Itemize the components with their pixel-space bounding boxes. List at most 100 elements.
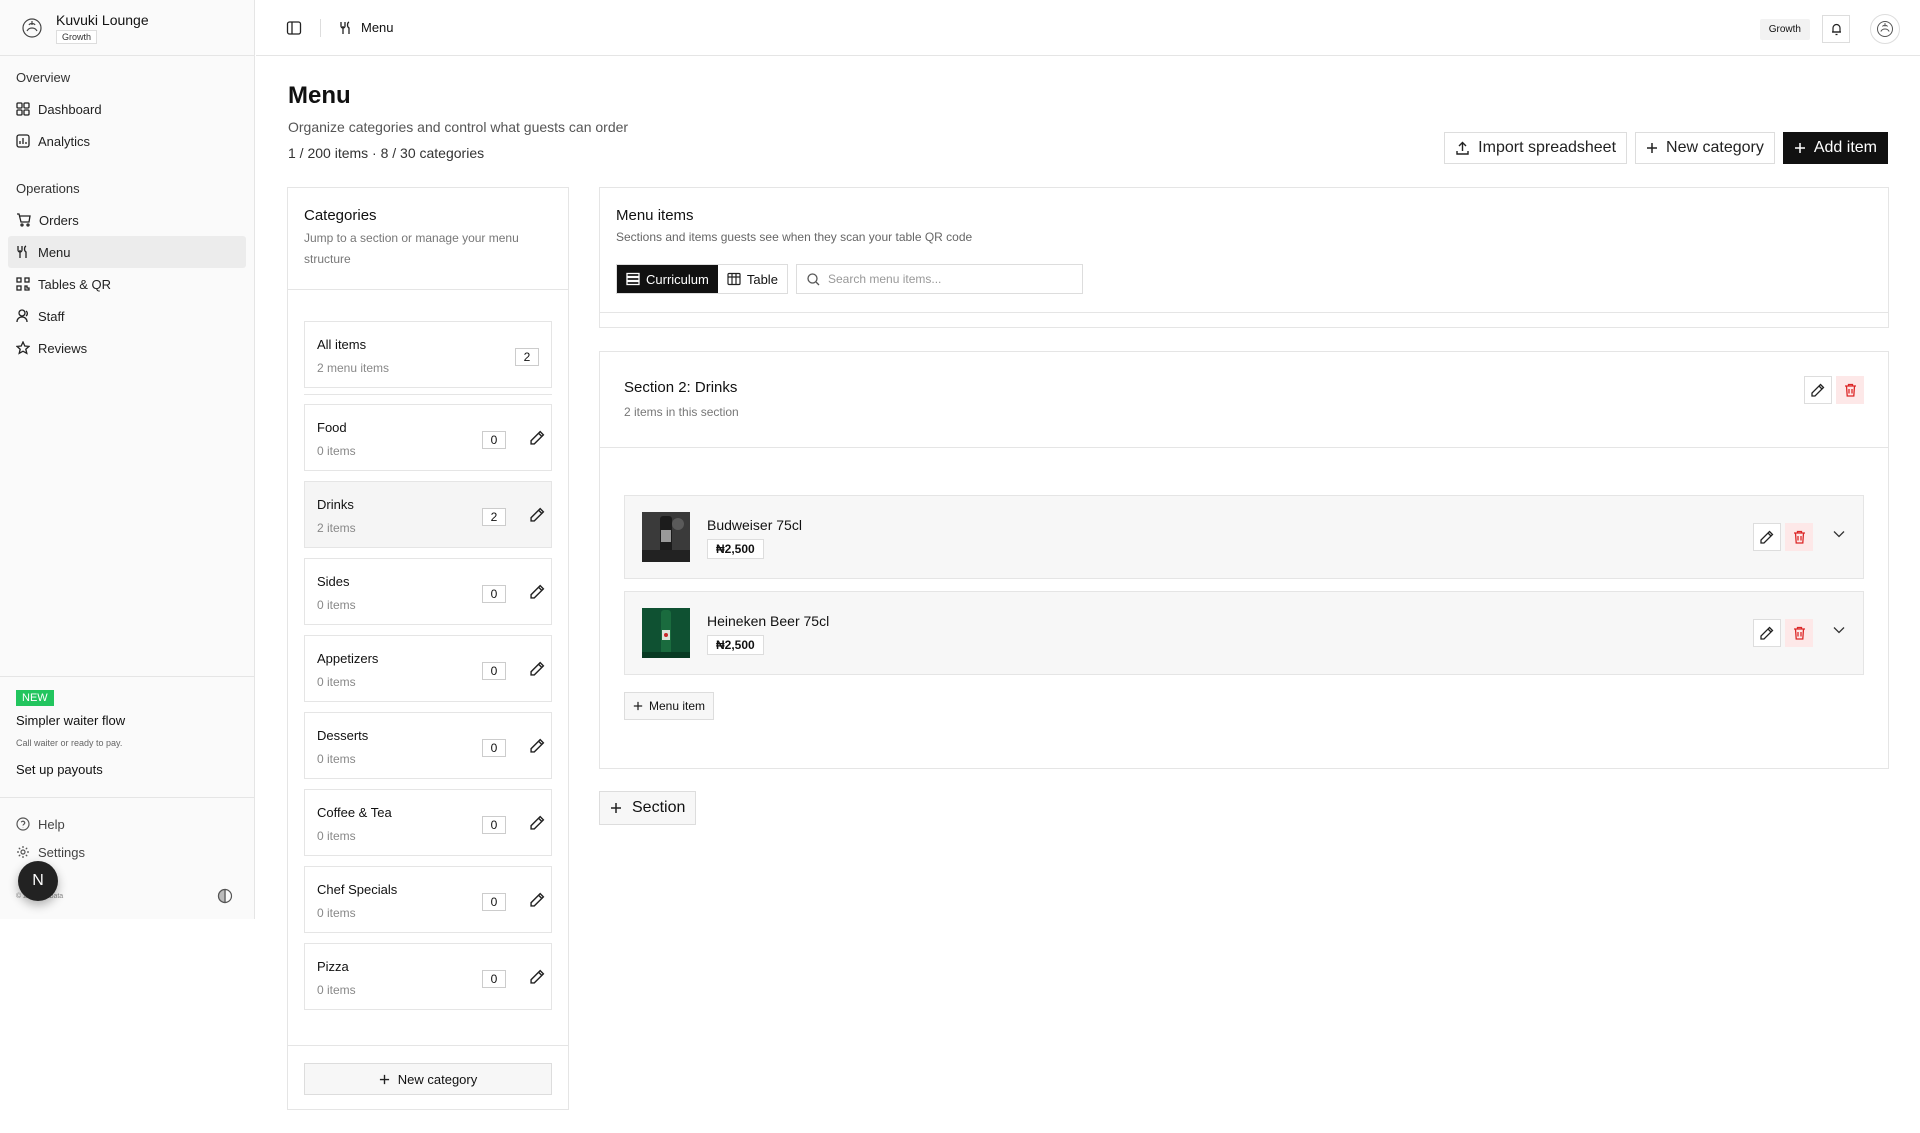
table-icon bbox=[727, 272, 741, 286]
add-item-button[interactable]: Add item bbox=[1782, 132, 1888, 164]
menu-items-subtitle: Sections and items guests see when they … bbox=[616, 230, 973, 244]
category-name: Food bbox=[317, 420, 347, 435]
menu-item-card[interactable]: Heineken Beer 75cl ₦2,500 bbox=[624, 591, 1864, 675]
plus-icon bbox=[1794, 143, 1805, 153]
edit-category-button[interactable] bbox=[530, 815, 545, 830]
category-count-badge: 0 bbox=[482, 739, 506, 757]
category-count-badge: 2 bbox=[482, 508, 506, 526]
edit-item-button[interactable] bbox=[1753, 523, 1781, 551]
category-count-label: 2 menu items bbox=[317, 361, 390, 375]
help-label: Help bbox=[38, 816, 65, 832]
upload-icon bbox=[1456, 141, 1469, 155]
edit-category-button[interactable] bbox=[530, 584, 545, 599]
nav-item-analytics[interactable]: Analytics bbox=[8, 125, 246, 157]
button-label: New category bbox=[1666, 139, 1764, 156]
nav-item-orders[interactable]: Orders bbox=[8, 204, 246, 236]
category-name: Pizza bbox=[317, 959, 349, 974]
import-spreadsheet-button[interactable]: Import spreadsheet bbox=[1444, 132, 1628, 164]
category-item[interactable]: Desserts 0 items 0 bbox=[304, 712, 552, 779]
view-label: Curriculum bbox=[646, 271, 709, 287]
category-item[interactable]: Drinks 2 items 2 bbox=[304, 481, 552, 548]
edit-category-button[interactable] bbox=[530, 738, 545, 753]
users-icon bbox=[16, 309, 28, 323]
promo-card: NEW Simpler waiter flow Call waiter or r… bbox=[0, 676, 254, 789]
delete-section-button[interactable] bbox=[1836, 376, 1864, 404]
item-price: ₦2,500 bbox=[707, 539, 764, 559]
nav-item-tables-qr[interactable]: Tables & QR bbox=[8, 268, 246, 300]
edit-section-button[interactable] bbox=[1804, 376, 1832, 404]
nav-label: Analytics bbox=[38, 133, 91, 149]
topbar-divider bbox=[320, 18, 321, 37]
edit-item-button[interactable] bbox=[1753, 619, 1781, 647]
category-count-badge: 2 bbox=[515, 348, 539, 366]
bell-icon bbox=[1831, 23, 1841, 36]
view-table-button[interactable]: Table bbox=[718, 265, 787, 293]
category-item[interactable]: Food 0 items 0 bbox=[304, 404, 552, 471]
category-item[interactable]: Pizza 0 items 0 bbox=[304, 943, 552, 1010]
theme-toggle-icon[interactable] bbox=[217, 888, 233, 904]
new-category-button[interactable]: New category bbox=[1635, 132, 1775, 164]
breadcrumb: Menu bbox=[339, 20, 394, 35]
expand-item-button[interactable] bbox=[1833, 530, 1845, 538]
edit-category-button[interactable] bbox=[530, 969, 545, 984]
trash-icon bbox=[1844, 383, 1856, 397]
new-category-footer-button[interactable]: New category bbox=[304, 1063, 552, 1095]
button-label: New category bbox=[397, 1071, 478, 1087]
brand-logo-icon bbox=[22, 17, 42, 38]
sidebar-toggle-icon[interactable] bbox=[286, 20, 302, 36]
edit-category-button[interactable] bbox=[530, 430, 545, 445]
delete-item-button[interactable] bbox=[1785, 523, 1813, 551]
categories-panel: Categories Jump to a section or manage y… bbox=[287, 187, 569, 1110]
delete-item-button[interactable] bbox=[1785, 619, 1813, 647]
category-item[interactable]: Coffee & Tea 0 items 0 bbox=[304, 789, 552, 856]
trash-icon bbox=[1793, 530, 1805, 544]
brand[interactable]: Kuvuki Lounge Growth bbox=[0, 0, 254, 56]
brand-name: Kuvuki Lounge bbox=[56, 11, 149, 28]
rows-icon bbox=[626, 272, 640, 286]
plus-icon bbox=[633, 701, 643, 711]
expand-item-button[interactable] bbox=[1833, 626, 1845, 634]
category-item[interactable]: Chef Specials 0 items 0 bbox=[304, 866, 552, 933]
category-name: Desserts bbox=[317, 728, 369, 743]
notifications-button[interactable] bbox=[1822, 15, 1850, 43]
button-label: Section bbox=[632, 799, 686, 816]
dev-indicator-avatar[interactable]: N bbox=[18, 861, 58, 901]
edit-category-button[interactable] bbox=[530, 661, 545, 676]
menu-items-panel: Menu items Sections and items guests see… bbox=[599, 187, 1889, 328]
sidebar-footer: Help Settings bbox=[0, 797, 254, 866]
category-all-items[interactable]: All items 2 menu items 2 bbox=[304, 321, 552, 388]
add-menu-item-button[interactable]: Menu item bbox=[624, 692, 715, 720]
edit-category-button[interactable] bbox=[530, 892, 545, 907]
category-count-label: 0 items bbox=[317, 983, 356, 997]
utensils-icon bbox=[340, 20, 350, 34]
button-label: Menu item bbox=[649, 699, 706, 713]
trash-icon bbox=[1793, 626, 1805, 640]
pencil-icon bbox=[530, 815, 545, 830]
edit-category-button[interactable] bbox=[530, 507, 545, 522]
button-label: Import spreadsheet bbox=[1478, 139, 1617, 156]
category-item[interactable]: Appetizers 0 items 0 bbox=[304, 635, 552, 702]
menu-item-card[interactable]: Budweiser 75cl ₦2,500 bbox=[624, 495, 1864, 579]
search-box bbox=[796, 264, 1083, 294]
nav-item-dashboard[interactable]: Dashboard bbox=[8, 93, 246, 125]
brand-logo-icon bbox=[1877, 21, 1893, 37]
view-curriculum-button[interactable]: Curriculum bbox=[617, 265, 718, 293]
nav-item-reviews[interactable]: Reviews bbox=[8, 332, 246, 364]
nav-label: Dashboard bbox=[38, 101, 102, 117]
search-input[interactable] bbox=[828, 272, 1068, 286]
user-avatar[interactable] bbox=[1870, 14, 1900, 44]
nav-group-overview: Overview bbox=[16, 70, 71, 85]
nav-item-staff[interactable]: Staff bbox=[8, 300, 246, 332]
category-count-badge: 0 bbox=[482, 585, 506, 603]
setup-payouts-link[interactable]: Set up payouts bbox=[16, 762, 238, 777]
item-name: Heineken Beer 75cl bbox=[707, 613, 830, 629]
chevron-down-icon bbox=[1833, 627, 1845, 634]
gear-icon bbox=[17, 846, 29, 858]
category-item[interactable]: Sides 0 items 0 bbox=[304, 558, 552, 625]
category-count-badge: 0 bbox=[482, 431, 506, 449]
help-link[interactable]: Help bbox=[8, 810, 246, 838]
add-section-button[interactable]: Section bbox=[599, 791, 697, 825]
utensils-icon bbox=[17, 245, 27, 258]
nav-item-menu[interactable]: Menu bbox=[8, 236, 246, 268]
category-count-badge: 0 bbox=[482, 816, 506, 834]
